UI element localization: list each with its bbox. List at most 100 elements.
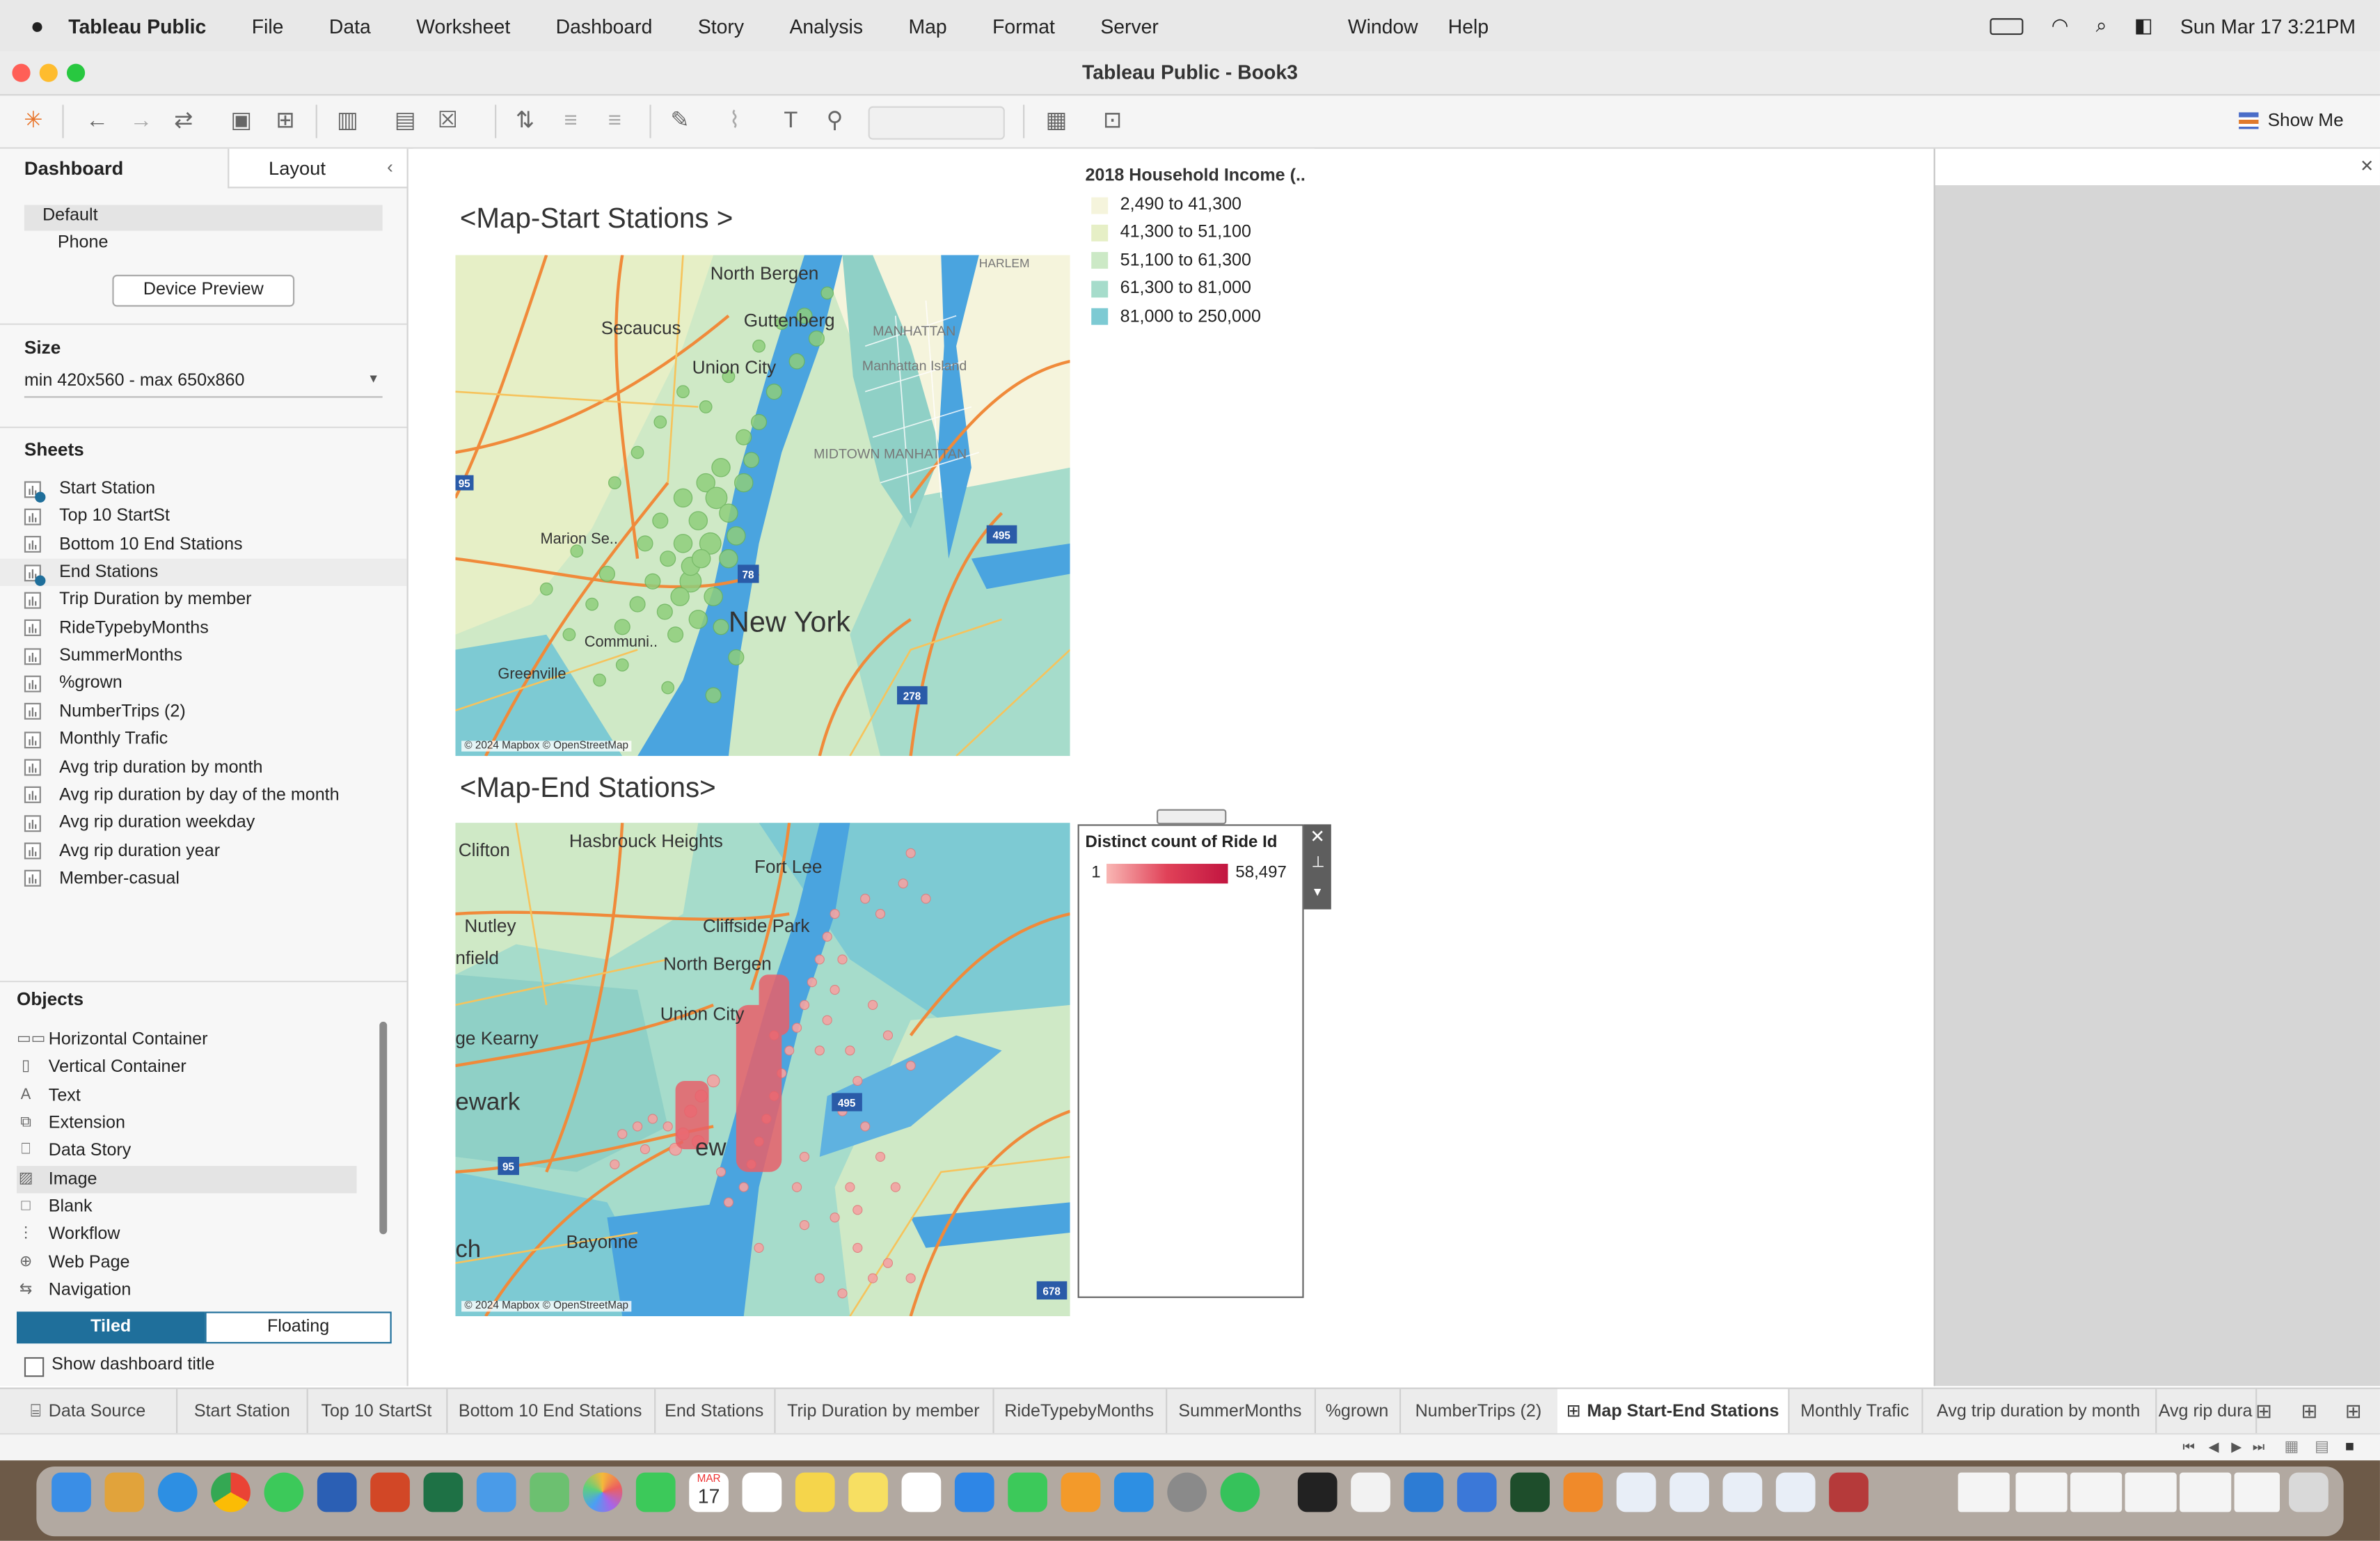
app-store-icon[interactable]: [1113, 1472, 1154, 1512]
sheet-tab[interactable]: Trip Duration by member: [774, 1389, 994, 1435]
income-legend-item[interactable]: 51,100 to 61,300: [1091, 248, 1251, 273]
size-dropdown[interactable]: min 420x560 - max 650x860 ▼: [24, 369, 383, 398]
menu-format[interactable]: Format: [992, 15, 1055, 38]
menu-analysis[interactable]: Analysis: [789, 15, 863, 38]
sheet-tab-active[interactable]: ⊞ Map Start-End Stations: [1557, 1389, 1790, 1435]
ride-legend[interactable]: Distinct count of Ride Id 1 58,497: [1077, 824, 1304, 1298]
sheet-item[interactable]: Avg trip duration by month: [24, 754, 263, 781]
sheet-item[interactable]: %grown: [24, 670, 122, 697]
grid-view-icon[interactable]: ▦: [2285, 1439, 2299, 1456]
duplicate-sheet-icon[interactable]: ▤: [392, 108, 419, 135]
menu-help[interactable]: Help: [1448, 15, 1489, 38]
map-end-stations[interactable]: Clifton Hasbrouck Heights Fort Lee Nutle…: [455, 823, 1070, 1317]
new-story-tab-icon[interactable]: ⊞: [2345, 1400, 2362, 1424]
new-data-source-icon[interactable]: ⊞: [271, 108, 299, 135]
income-legend-item[interactable]: 61,300 to 81,000: [1091, 276, 1251, 301]
tab-data-source[interactable]: ⌸ Data Source: [0, 1389, 178, 1435]
object-item[interactable]: ⇆ Navigation: [17, 1277, 131, 1304]
sheet-item[interactable]: Monthly Trafic: [24, 726, 168, 753]
income-legend-item[interactable]: 81,000 to 250,000: [1091, 305, 1261, 329]
sheet-item[interactable]: RideTypebyMonths: [24, 615, 209, 642]
system-settings-icon[interactable]: [1167, 1472, 1207, 1512]
wifi-icon[interactable]: ◠: [2052, 14, 2069, 38]
show-mark-labels-icon[interactable]: T: [777, 108, 804, 135]
terminal-icon[interactable]: [1297, 1472, 1338, 1512]
fix-axes-icon[interactable]: ⚲: [821, 108, 848, 135]
map-start-title[interactable]: <Map-Start Stations >: [460, 202, 733, 235]
minimized-window-2[interactable]: [2015, 1472, 2068, 1512]
control-center-icon[interactable]: ◧: [2134, 14, 2153, 38]
whatsapp-icon[interactable]: [1220, 1472, 1260, 1512]
income-legend-title[interactable]: 2018 Household Income (..: [1085, 167, 1305, 185]
vscode-icon[interactable]: [1404, 1472, 1444, 1512]
sheet-item[interactable]: Trip Duration by member: [24, 587, 252, 614]
tableau-dock-icon-1[interactable]: [1616, 1472, 1656, 1512]
filmstrip-view-icon[interactable]: ▤: [2315, 1439, 2329, 1456]
sheet-tab[interactable]: RideTypebyMonths: [992, 1389, 1168, 1435]
menu-server[interactable]: Server: [1100, 15, 1159, 38]
tab-layout[interactable]: Layout: [228, 148, 407, 189]
menu-app-name[interactable]: Tableau Public: [68, 15, 206, 38]
minimized-window-1[interactable]: [1958, 1472, 2010, 1512]
sheet-tab[interactable]: Avg trip duration by month: [1921, 1389, 2157, 1435]
sheet-item[interactable]: Avg rip duration weekday: [24, 809, 255, 837]
legend-drag-handle[interactable]: [1156, 809, 1227, 825]
object-item[interactable]: A Text: [17, 1082, 81, 1109]
word-icon[interactable]: [317, 1472, 357, 1512]
apple-icon[interactable]: ●: [31, 13, 45, 39]
facetime-icon[interactable]: [635, 1472, 676, 1512]
sheet-tab[interactable]: Avg rip dura: [2155, 1389, 2258, 1435]
tableau-dock-icon-2[interactable]: [1669, 1472, 1709, 1512]
swap-rows-columns-icon[interactable]: ⇅: [511, 108, 539, 135]
clear-sheet-icon[interactable]: ☒: [434, 108, 461, 135]
sheet-item[interactable]: Top 10 StartSt: [24, 503, 170, 530]
mail-icon[interactable]: [476, 1472, 516, 1512]
map-end-title[interactable]: <Map-End Stations>: [460, 771, 716, 805]
highlight-icon[interactable]: ✎: [667, 108, 694, 135]
collapse-panel-icon[interactable]: ‹: [387, 157, 393, 178]
object-item[interactable]: ▯ Vertical Container: [17, 1054, 187, 1081]
sheet-tab[interactable]: Bottom 10 End Stations: [446, 1389, 656, 1435]
safari-icon[interactable]: [157, 1472, 198, 1512]
finder-icon[interactable]: [51, 1472, 91, 1512]
sheet-tab[interactable]: Top 10 StartSt: [307, 1389, 448, 1435]
sheet-tab[interactable]: Start Station: [177, 1389, 308, 1435]
next-sheet-icon[interactable]: ▶: [2231, 1439, 2242, 1456]
prev-sheet-icon[interactable]: ◀: [2209, 1439, 2219, 1456]
legend-menu-icon[interactable]: ▼: [1311, 885, 1323, 899]
sheet-tab[interactable]: Monthly Trafic: [1788, 1389, 1923, 1435]
tab-dashboard[interactable]: Dashboard: [0, 149, 228, 189]
object-item[interactable]: □ Blank: [17, 1194, 93, 1221]
menu-map[interactable]: Map: [908, 15, 946, 38]
clock[interactable]: Sun Mar 17 3:21PM: [2180, 15, 2356, 38]
sort-descending-icon[interactable]: ≡: [601, 108, 628, 135]
stickies-icon[interactable]: [848, 1472, 888, 1512]
presentation-mode-icon[interactable]: ⊡: [1099, 108, 1126, 135]
fit-dropdown[interactable]: [868, 106, 1005, 140]
replace-data-source-icon[interactable]: ⇄: [170, 108, 197, 135]
object-item[interactable]: ⊕ Web Page: [17, 1249, 130, 1277]
minimized-window-5[interactable]: [2180, 1472, 2232, 1512]
maps-icon[interactable]: [530, 1472, 569, 1512]
sheet-item[interactable]: SummerMonths: [24, 642, 182, 670]
tableau-logo-icon[interactable]: ✳: [19, 108, 47, 135]
messages-icon[interactable]: [264, 1472, 304, 1512]
sheet-tab[interactable]: NumberTrips (2): [1399, 1389, 1559, 1435]
menu-file[interactable]: File: [252, 15, 284, 38]
objects-scrollbar[interactable]: [379, 1021, 388, 1235]
calendar-icon[interactable]: MAR 17: [689, 1472, 729, 1512]
launchpad-icon[interactable]: [104, 1472, 145, 1512]
menu-story[interactable]: Story: [698, 15, 744, 38]
xcode-icon[interactable]: [1457, 1472, 1497, 1512]
dictionary-icon[interactable]: [1829, 1472, 1869, 1512]
device-phone[interactable]: Phone: [58, 234, 109, 252]
battery-icon[interactable]: [1990, 17, 2024, 35]
device-preview-button[interactable]: Device Preview: [112, 274, 295, 307]
minimized-window-4[interactable]: [2125, 1472, 2177, 1512]
group-members-icon[interactable]: ⌇: [721, 108, 748, 135]
sort-ascending-icon[interactable]: ≡: [557, 108, 584, 135]
keynote-icon[interactable]: [954, 1472, 994, 1512]
first-sheet-icon[interactable]: ⏮: [2182, 1439, 2195, 1456]
close-pane-icon[interactable]: ✕: [2360, 157, 2374, 176]
last-sheet-icon[interactable]: ⏭: [2253, 1439, 2265, 1456]
